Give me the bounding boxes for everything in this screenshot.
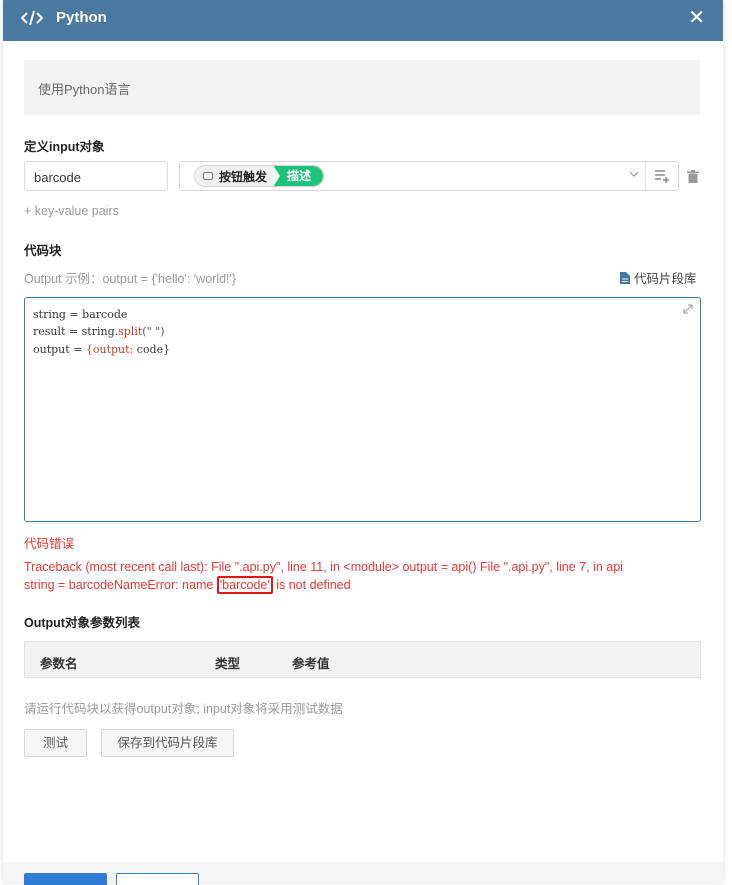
input-key-value: barcode [34,170,81,185]
snippet-library-label: 代码片段库 [634,272,697,286]
code-text: result = string. [33,325,119,338]
code-editor[interactable]: string = barcode result = string.split("… [24,297,701,522]
test-button[interactable]: 测试 [24,729,87,757]
input-value-select[interactable]: 按钮触发 描述 [179,161,679,191]
code-key: {output: [85,343,134,356]
list-add-icon[interactable] [654,169,670,183]
code-error-message: Traceback (most recent call last): File … [24,558,654,594]
output-section-title: Output对象参数列表 [24,616,140,630]
output-table-header: 参数名 类型 参考值 [24,641,701,678]
panel-title: Python [56,9,107,26]
close-icon[interactable]: ✕ [688,8,705,28]
expand-icon[interactable] [682,303,694,315]
tag-label: 按钮触发 [219,169,268,184]
chevron-down-icon[interactable] [630,170,638,178]
panel-header: Python ✕ [3,0,723,41]
snippet-library-link[interactable]: 代码片段库 [620,268,697,287]
code-line-1: string = barcode [33,308,127,321]
variable-tag[interactable]: 按钮触发 描述 [194,165,325,187]
code-line-2: result = string.split(" ") [33,325,164,338]
code-function: split [118,325,143,338]
code-icon [21,10,43,26]
cancel-button[interactable] [116,873,199,885]
select-divider [645,162,646,190]
column-param-name: 参数名 [40,657,78,671]
trash-icon[interactable] [687,170,699,183]
column-type: 类型 [215,657,241,671]
error-highlight: 'barcode' [216,576,273,594]
save-snippet-button[interactable]: 保存到代码片段库 [101,729,234,757]
code-section-title: 代码块 [24,244,62,258]
tag-desc: 描述 [273,166,324,186]
column-reference-value: 参考值 [292,657,330,671]
code-text: (" ") [142,325,165,338]
confirm-button[interactable] [24,873,107,885]
error-text: is not defined [272,578,351,592]
output-example-hint: Output 示例：output = {'hello': 'world!'} [24,272,237,286]
input-section-title: 定义input对象 [24,140,105,154]
code-text: code} [133,343,171,356]
code-text: output = [33,343,86,356]
python-node-panel: Python ✕ 使用Python语言 定义input对象 barcode 按钮… [3,0,723,885]
panel-footer [3,862,723,885]
output-note: 请运行代码块以获得output对象; input对象将采用测试数据 [24,702,343,716]
code-line-3: output = {output: code} [33,343,170,356]
button-trigger-icon [203,172,213,180]
description-box[interactable]: 使用Python语言 [24,60,700,115]
input-key-field[interactable]: barcode [24,161,168,191]
code-error-title: 代码错误 [24,537,75,551]
code-text: string = barcode [33,308,128,321]
description-text: 使用Python语言 [38,82,131,97]
add-key-value-link[interactable]: + key-value pairs [24,204,119,218]
file-icon [620,271,630,284]
